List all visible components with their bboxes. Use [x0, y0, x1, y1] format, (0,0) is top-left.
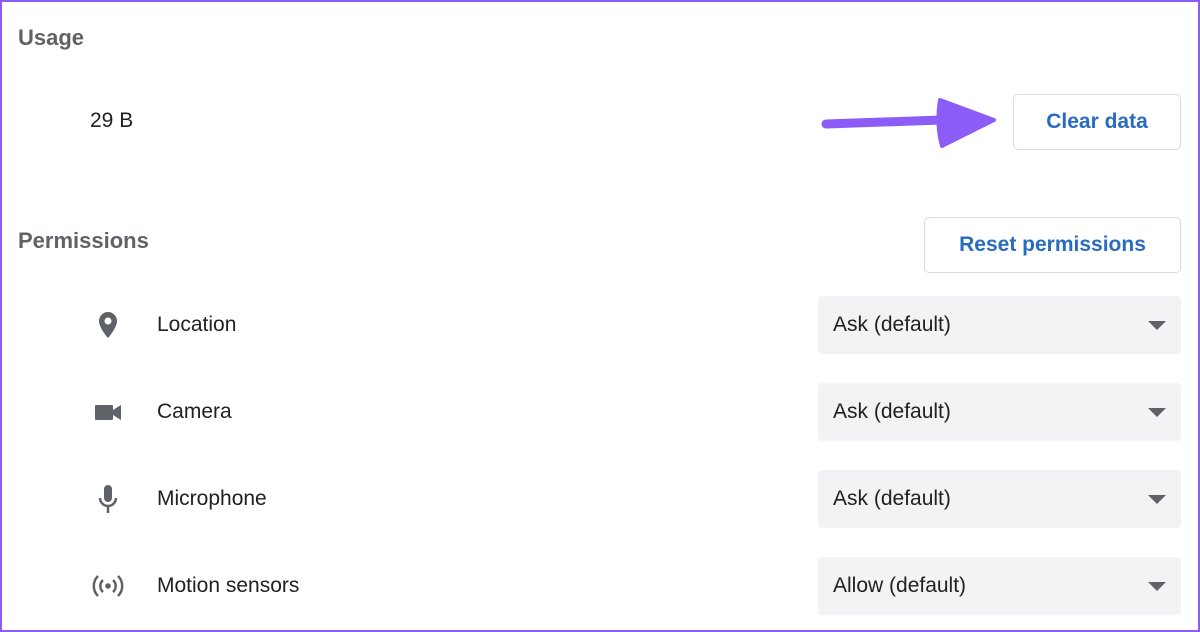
motion-sensors-icon: [92, 575, 124, 597]
microphone-icon: [98, 485, 118, 513]
annotation-arrow-icon: [821, 98, 996, 148]
chevron-down-icon: [1148, 408, 1166, 417]
microphone-select[interactable]: Ask (default): [818, 470, 1181, 528]
permission-row-camera: Camera Ask (default): [0, 383, 1200, 441]
motion-sensors-select[interactable]: Allow (default): [818, 557, 1181, 615]
location-pin-icon: [99, 312, 117, 338]
camera-select[interactable]: Ask (default): [818, 383, 1181, 441]
permission-row-motion-sensors: Motion sensors Allow (default): [0, 557, 1200, 615]
permission-row-microphone: Microphone Ask (default): [0, 470, 1200, 528]
clear-data-button[interactable]: Clear data: [1013, 94, 1181, 150]
permission-label: Microphone: [157, 487, 267, 510]
reset-permissions-button[interactable]: Reset permissions: [924, 217, 1181, 273]
select-value: Ask (default): [833, 313, 951, 336]
usage-value: 29 B: [90, 109, 134, 132]
select-value: Allow (default): [833, 574, 967, 597]
chevron-down-icon: [1148, 582, 1166, 591]
permission-row-location: Location Ask (default): [0, 296, 1200, 354]
permissions-heading: Permissions: [18, 228, 149, 253]
location-select[interactable]: Ask (default): [818, 296, 1181, 354]
permission-label: Camera: [157, 400, 232, 423]
select-value: Ask (default): [833, 487, 951, 510]
camera-icon: [95, 405, 121, 420]
select-value: Ask (default): [833, 400, 951, 423]
permission-label: Location: [157, 313, 237, 336]
permission-label: Motion sensors: [157, 574, 300, 597]
chevron-down-icon: [1148, 495, 1166, 504]
chevron-down-icon: [1148, 321, 1166, 330]
usage-heading: Usage: [18, 25, 85, 50]
